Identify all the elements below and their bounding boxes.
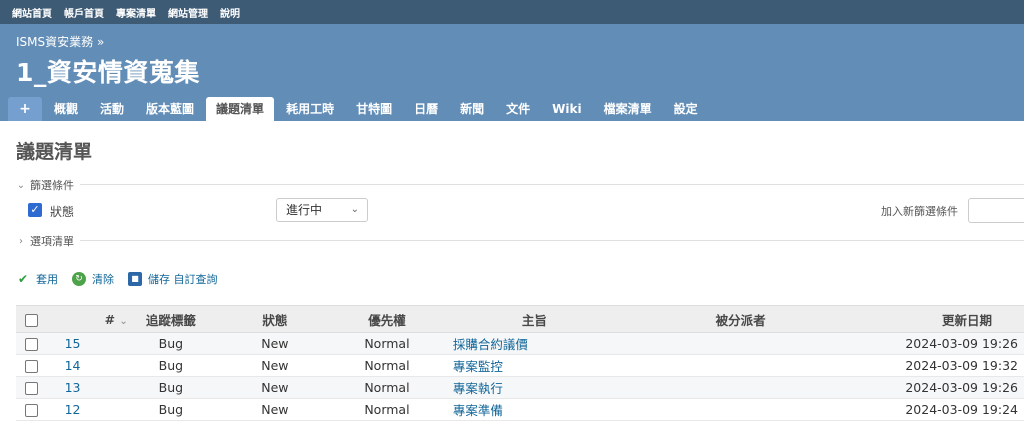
tab-roadmap[interactable]: 版本藍圖 [136, 97, 204, 121]
issue-status: New [213, 376, 336, 399]
issue-id-link[interactable]: 13 [65, 380, 81, 395]
save-icon: ■ [128, 272, 142, 286]
issue-priority: Normal [336, 354, 438, 377]
column-header-id[interactable]: # ⌄ [46, 305, 129, 333]
query-actions: ✔ 套用 ↻ 清除 ■ 儲存 自訂查詢 [16, 271, 218, 287]
issue-subject-link[interactable]: 採購合約議價 [453, 337, 528, 352]
tab-gantt[interactable]: 甘特圖 [346, 97, 402, 121]
issue-id-link[interactable]: 15 [65, 336, 81, 351]
tab-issues[interactable]: 議題清單 [206, 97, 275, 121]
issue-priority: Normal [336, 398, 438, 421]
issue-tracker: Bug [128, 376, 214, 399]
tab-files[interactable]: 檔案清單 [594, 97, 662, 121]
issue-subject-link[interactable]: 專案執行 [453, 381, 503, 396]
row-checkbox[interactable] [24, 404, 38, 417]
top-menu-help[interactable]: 說明 [220, 5, 240, 20]
filters-legend-label: 篩選條件 [30, 179, 74, 192]
issue-assigned-to [669, 398, 812, 421]
tab-settings[interactable]: 設定 [664, 97, 708, 121]
issue-subject-link[interactable]: 專案監控 [453, 359, 503, 374]
issue-status: New [213, 332, 336, 355]
issue-updated-on: 2024-03-09 19:26 [811, 332, 1024, 355]
column-header-status[interactable]: 狀態 [213, 305, 336, 333]
chevron-down-icon: ⌄ [16, 179, 26, 191]
issue-updated-on: 2024-03-09 19:24 [811, 398, 1024, 421]
tab-time-entries[interactable]: 耗用工時 [276, 97, 344, 121]
filters-fieldset: ⌄ 篩選條件 [16, 177, 1024, 193]
checkmark-icon: ✔ [17, 272, 29, 286]
issue-assigned-to [669, 332, 812, 355]
options-fieldset: › 選項清單 [16, 233, 1024, 249]
issue-tracker: Bug [128, 398, 214, 421]
add-filter-select[interactable] [968, 198, 1024, 223]
issue-tracker: Bug [128, 332, 214, 355]
status-filter-checkbox[interactable]: ✓ [28, 203, 42, 217]
add-filter-label: 加入新篩選條件 [881, 205, 958, 218]
issue-updated-on: 2024-03-09 19:26 [811, 376, 1024, 399]
issues-table: # ⌄ 追蹤標籤 狀態 優先權 主旨 被分派者 更新日期 15 Bug New … [16, 305, 1024, 421]
table-row[interactable]: 15 Bug New Normal 採購合約議價 2024-03-09 19:2… [16, 332, 1024, 355]
top-menu-my-page[interactable]: 帳戶首頁 [64, 5, 104, 20]
column-header-updated-on[interactable]: 更新日期 [811, 305, 1024, 333]
table-row[interactable]: 12 Bug New Normal 專案準備 2024-03-09 19:24 [16, 398, 1024, 421]
issue-subject-link[interactable]: 專案準備 [453, 403, 503, 418]
chevron-down-icon: ⌄ [350, 204, 359, 215]
main-menu: + 概觀 活動 版本藍圖 議題清單 耗用工時 甘特圖 日曆 新聞 文件 Wiki… [8, 97, 708, 121]
issue-assigned-to [669, 354, 812, 377]
status-filter-label: 狀態 [50, 205, 75, 219]
status-operator-select[interactable]: 進行中 ⌄ [276, 198, 368, 222]
issue-status: New [213, 398, 336, 421]
breadcrumb[interactable]: ISMS資安業務 » [16, 33, 104, 50]
content: 議題清單 ⌄ 篩選條件 ✓ 狀態 進行中 ⌄ 加入新篩選條件 › 選項清單 ✔ … [0, 121, 1024, 442]
status-operator-value: 進行中 [286, 203, 323, 217]
tab-activity[interactable]: 活動 [90, 97, 134, 121]
page-title: 議題清單 [16, 141, 93, 163]
apply-link[interactable]: 套用 [36, 271, 58, 287]
issue-id-link[interactable]: 14 [65, 358, 81, 373]
issue-id-link[interactable]: 12 [65, 402, 81, 417]
column-header-subject[interactable]: 主旨 [437, 305, 670, 333]
tab-overview[interactable]: 概觀 [44, 97, 88, 121]
issues-table-header: # ⌄ 追蹤標籤 狀態 優先權 主旨 被分派者 更新日期 [16, 305, 1024, 333]
tab-calendar[interactable]: 日曆 [404, 97, 448, 121]
options-legend[interactable]: › 選項清單 [16, 233, 80, 249]
select-all-checkbox-cell[interactable] [16, 305, 47, 333]
new-object-button[interactable]: + [8, 97, 42, 121]
column-header-assigned-to[interactable]: 被分派者 [669, 305, 812, 333]
clear-link[interactable]: 清除 [92, 271, 114, 287]
top-menu-home[interactable]: 網站首頁 [12, 5, 52, 20]
options-legend-label: 選項清單 [30, 235, 74, 248]
column-header-tracker[interactable]: 追蹤標籤 [128, 305, 214, 333]
top-menu: 網站首頁 帳戶首頁 專案清單 網站管理 說明 [0, 0, 1024, 24]
project-title: 1_資安情資蒐集 [16, 58, 200, 87]
chevron-right-icon: › [19, 235, 23, 247]
row-checkbox[interactable] [24, 338, 38, 351]
issue-tracker: Bug [128, 354, 214, 377]
top-menu-administration[interactable]: 網站管理 [168, 5, 208, 20]
top-menu-projects[interactable]: 專案清單 [116, 5, 156, 20]
table-row[interactable]: 14 Bug New Normal 專案監控 2024-03-09 19:32 [16, 354, 1024, 377]
tab-news[interactable]: 新聞 [450, 97, 494, 121]
tab-wiki[interactable]: Wiki [542, 97, 591, 121]
reload-icon: ↻ [72, 272, 86, 286]
row-checkbox[interactable] [24, 360, 38, 373]
save-query-link[interactable]: 儲存 自訂查詢 [148, 271, 218, 287]
select-all-checkbox[interactable] [24, 313, 38, 327]
tab-documents[interactable]: 文件 [496, 97, 540, 121]
column-header-priority[interactable]: 優先權 [336, 305, 438, 333]
issue-assigned-to [669, 376, 812, 399]
issue-priority: Normal [336, 376, 438, 399]
table-row[interactable]: 13 Bug New Normal 專案執行 2024-03-09 19:26 [16, 376, 1024, 399]
header: ISMS資安業務 » 1_資安情資蒐集 + 概觀 活動 版本藍圖 議題清單 耗用… [0, 24, 1024, 121]
sort-desc-icon: ⌄ [119, 315, 128, 327]
issue-updated-on: 2024-03-09 19:32 [811, 354, 1024, 377]
issue-status: New [213, 354, 336, 377]
filters-legend[interactable]: ⌄ 篩選條件 [16, 177, 80, 193]
issue-priority: Normal [336, 332, 438, 355]
row-checkbox[interactable] [24, 382, 38, 395]
